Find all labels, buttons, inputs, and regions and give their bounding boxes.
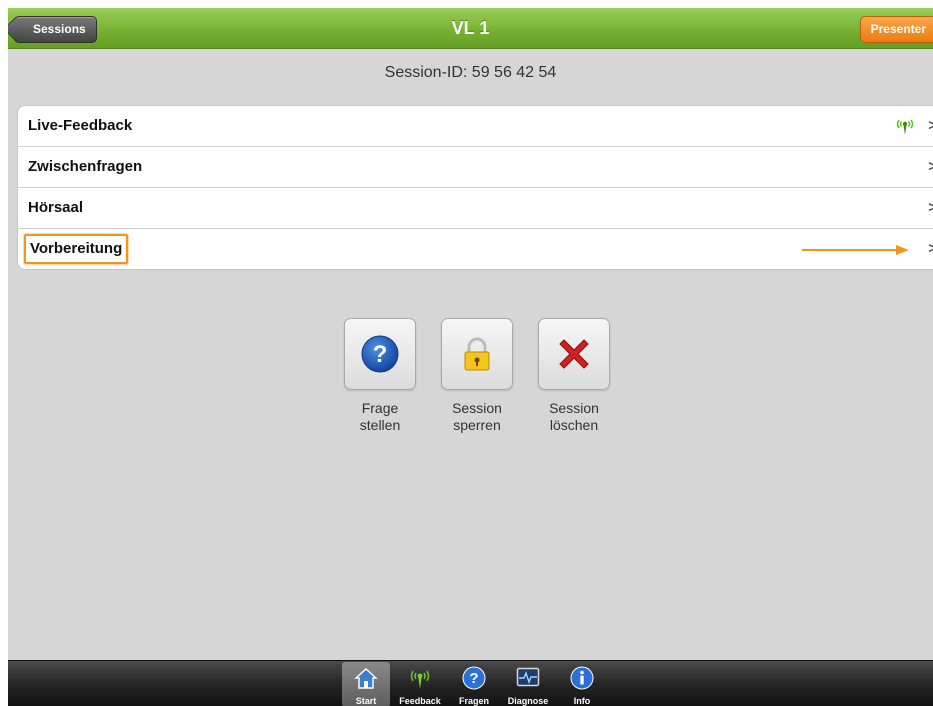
svg-text:?: ? bbox=[469, 670, 478, 687]
chevron-right-icon: > bbox=[928, 199, 933, 216]
ask-question-icon-box[interactable]: ? bbox=[344, 318, 416, 390]
antenna-icon bbox=[410, 670, 430, 689]
tab-label: Fragen bbox=[458, 696, 489, 706]
chevron-right-icon: > bbox=[928, 240, 933, 257]
tab-label: Diagnose bbox=[507, 696, 549, 706]
tab-fragen[interactable]: ? Fragen bbox=[450, 662, 498, 706]
tab-start[interactable]: Start bbox=[342, 662, 390, 706]
lock-session-button[interactable]: Session sperren bbox=[440, 318, 514, 434]
lock-icon bbox=[464, 337, 490, 371]
action-buttons: ? Frage stellen Session sperren Session … bbox=[343, 318, 613, 458]
menu-list: Live-Feedback > Zwischenfragen > Hörsaal… bbox=[17, 105, 933, 270]
lock-session-icon-box[interactable] bbox=[441, 318, 513, 390]
app-window: Sessions VL 1 Presenter Session-ID: 59 5… bbox=[8, 8, 933, 706]
monitor-icon bbox=[516, 667, 540, 687]
delete-session-label: Session löschen bbox=[549, 400, 599, 433]
menu-item-hoersaal[interactable]: Hörsaal > bbox=[18, 187, 933, 228]
session-id-text: Session-ID: 59 56 42 54 bbox=[384, 64, 557, 81]
menu-item-zwischenfragen[interactable]: Zwischenfragen > bbox=[18, 146, 933, 187]
menu-item-vorbereitung[interactable]: Vorbereitung > bbox=[18, 228, 933, 269]
delete-session-icon-box[interactable] bbox=[538, 318, 610, 390]
chevron-right-icon: > bbox=[928, 117, 933, 134]
menu-item-label: Zwischenfragen bbox=[28, 158, 143, 175]
antenna-icon bbox=[896, 119, 914, 135]
chevron-right-icon: > bbox=[928, 158, 933, 175]
menu-item-live-feedback[interactable]: Live-Feedback > bbox=[18, 106, 933, 146]
menu-item-label: Hörsaal bbox=[28, 199, 84, 216]
delete-session-button[interactable]: Session löschen bbox=[537, 318, 611, 434]
question-icon: ? bbox=[361, 335, 399, 373]
home-icon bbox=[354, 668, 378, 689]
ask-question-button[interactable]: ? Frage stellen bbox=[343, 318, 417, 434]
tab-info[interactable]: Info bbox=[558, 662, 606, 706]
tab-feedback[interactable]: Feedback bbox=[396, 662, 444, 706]
question-icon: ? bbox=[462, 666, 486, 690]
info-icon bbox=[570, 666, 594, 690]
header-bar: Sessions VL 1 Presenter bbox=[8, 8, 933, 49]
tab-bar: Start Feedback ? Fragen Diagnose Info bbox=[8, 660, 933, 706]
tab-label: Info bbox=[573, 696, 591, 706]
menu-item-label-highlighted: Vorbereitung bbox=[24, 234, 129, 264]
delete-icon bbox=[559, 339, 589, 369]
page-title: VL 1 bbox=[451, 18, 490, 38]
annotation-arrow-icon bbox=[802, 245, 909, 255]
menu-item-label: Live-Feedback bbox=[28, 117, 133, 134]
lock-session-label: Session sperren bbox=[452, 400, 502, 433]
tab-label: Feedback bbox=[399, 696, 441, 706]
svg-text:?: ? bbox=[373, 341, 388, 368]
ask-question-label: Frage stellen bbox=[359, 400, 401, 433]
tab-label: Start bbox=[355, 696, 377, 706]
presenter-button[interactable]: Presenter bbox=[859, 16, 933, 43]
tab-diagnose[interactable]: Diagnose bbox=[504, 662, 552, 706]
